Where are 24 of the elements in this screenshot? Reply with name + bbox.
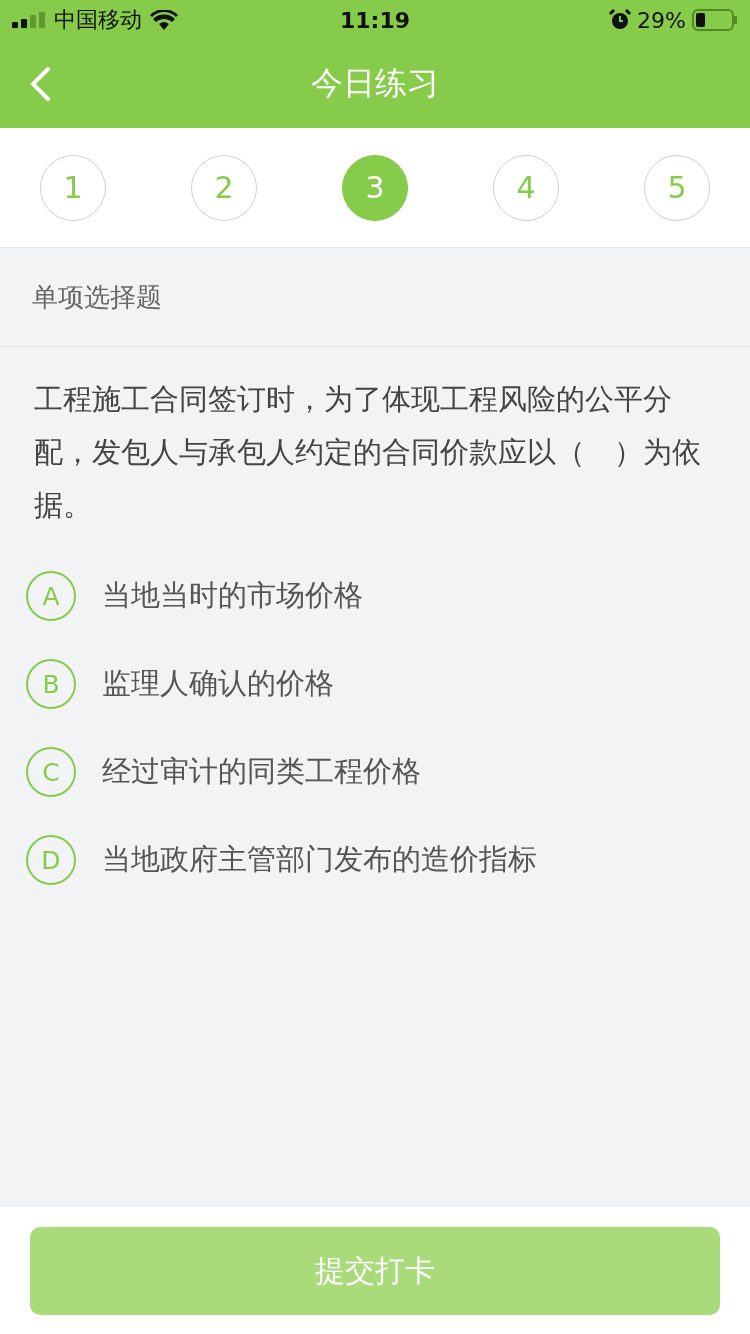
- option-text[interactable]: 经过审计的同类工程价格: [102, 752, 421, 792]
- signal-icon: [12, 12, 46, 28]
- question-text: 工程施工合同签订时，为了体现工程风险的公平分配，发包人与承包人约定的合同价款应以（ ）为依据。: [33, 381, 702, 524]
- alarm-clock-icon: [609, 9, 632, 31]
- battery-percent: 29%: [637, 7, 686, 33]
- question-number-tab[interactable]: 5: [644, 154, 710, 221]
- clock-time: 11:19: [340, 7, 410, 33]
- back-icon[interactable]: [28, 66, 52, 102]
- question-number-tab[interactable]: 4: [493, 154, 559, 221]
- question-type: 单项选择题: [0, 248, 750, 347]
- option-letter[interactable]: C: [26, 747, 76, 797]
- option-text[interactable]: 当地当时的市场价格: [102, 576, 363, 616]
- option-letter[interactable]: B: [26, 659, 76, 709]
- question-number-tab[interactable]: 2: [191, 154, 257, 221]
- option-text[interactable]: 监理人确认的价格: [102, 664, 334, 704]
- question-number-tab[interactable]: 1: [40, 154, 106, 221]
- page-title: 今日练习: [311, 63, 439, 104]
- wifi-icon: [150, 10, 178, 30]
- battery-icon: [692, 9, 738, 31]
- question-number-tab[interactable]: 3: [342, 154, 408, 221]
- carrier-name: 中国移动: [54, 6, 142, 34]
- option-letter[interactable]: A: [26, 571, 76, 621]
- option-letter[interactable]: D: [26, 835, 76, 885]
- option-text[interactable]: 当地政府主管部门发布的造价指标: [102, 840, 537, 880]
